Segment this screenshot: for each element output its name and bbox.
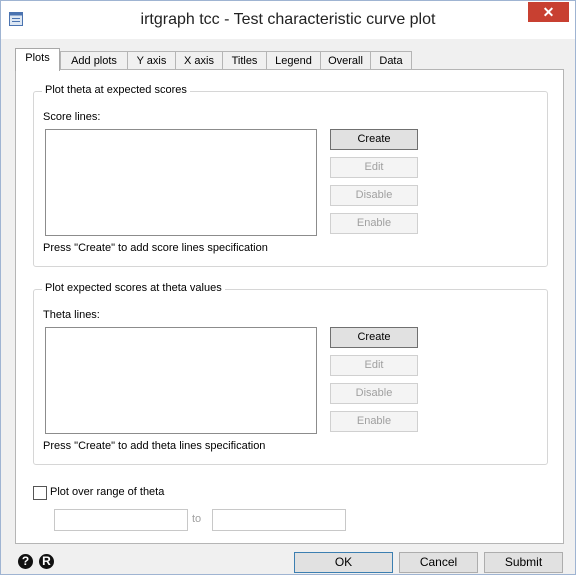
score-create-button[interactable]: Create [330,129,418,150]
score-edit-button[interactable]: Edit [330,157,418,178]
plot-range-checkbox[interactable] [33,486,47,500]
ok-button[interactable]: OK [294,552,393,573]
tab-panel-plots: Plot theta at expected scores Score line… [15,69,564,544]
theta-edit-button[interactable]: Edit [330,355,418,376]
score-enable-button[interactable]: Enable [330,213,418,234]
theta-create-button[interactable]: Create [330,327,418,348]
close-button[interactable]: ✕ [528,2,569,22]
tab-add-plots[interactable]: Add plots [60,51,128,70]
range-from-input[interactable] [54,509,188,531]
window-title: irtgraph tcc - Test characteristic curve… [140,11,436,28]
theta-lines-list[interactable] [45,327,317,434]
score-lines-hint: Press "Create" to add score lines specif… [43,242,268,254]
score-lines-label: Score lines: [43,111,101,123]
submit-button[interactable]: Submit [484,552,563,573]
theta-lines-group: Plot expected scores at theta values The… [33,282,548,465]
theta-enable-button[interactable]: Enable [330,411,418,432]
theta-disable-button[interactable]: Disable [330,383,418,404]
tab-legend[interactable]: Legend [266,51,321,70]
tab-titles[interactable]: Titles [222,51,267,70]
tab-data[interactable]: Data [370,51,412,70]
tab-plots[interactable]: Plots [15,48,60,71]
score-lines-group: Plot theta at expected scores Score line… [33,84,548,267]
reset-icon[interactable]: R [39,554,54,569]
score-group-legend: Plot theta at expected scores [42,84,190,96]
help-icon[interactable]: ? [18,554,33,569]
score-disable-button[interactable]: Disable [330,185,418,206]
plot-range-label: Plot over range of theta [50,486,165,498]
theta-group-legend: Plot expected scores at theta values [42,282,225,294]
theta-lines-label: Theta lines: [43,309,100,321]
tab-overall[interactable]: Overall [320,51,371,70]
range-to-label: to [192,513,202,525]
tab-x-axis[interactable]: X axis [175,51,223,70]
theta-lines-hint: Press "Create" to add theta lines specif… [43,440,266,452]
dialog-window: irtgraph tcc - Test characteristic curve… [0,0,576,575]
tab-y-axis[interactable]: Y axis [127,51,176,70]
cancel-button[interactable]: Cancel [399,552,478,573]
score-lines-list[interactable] [45,129,317,236]
close-icon: ✕ [542,4,555,20]
title-bar: irtgraph tcc - Test characteristic curve… [1,1,575,39]
range-to-input[interactable] [212,509,346,531]
